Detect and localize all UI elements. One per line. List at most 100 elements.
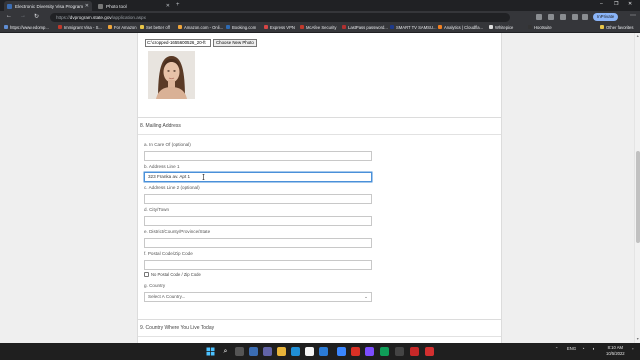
- chevron-down-icon: ⌄: [364, 294, 368, 299]
- task-view-icon[interactable]: [235, 347, 244, 356]
- mailing-address-heading: 8. Mailing Address: [140, 123, 181, 129]
- reading-view-icon[interactable]: [548, 14, 554, 20]
- bookmark-item[interactable]: Hootsuite: [528, 25, 552, 30]
- page-content: C:\cropped-1655600526_20-ft Choose New P…: [0, 33, 640, 343]
- bookmark-item[interactable]: SMART TV SAMSU...: [390, 25, 437, 30]
- country-select[interactable]: Select A Country... ⌄: [144, 292, 372, 302]
- bookmark-item[interactable]: Analytics | Cloudfla...: [438, 25, 483, 30]
- system-clock[interactable]: 8:10 AM 10/5/2022: [606, 345, 625, 357]
- language-indicator[interactable]: ENG: [567, 346, 576, 351]
- text-cursor-icon: [202, 174, 205, 180]
- scroll-down-icon[interactable]: ▼: [636, 337, 639, 341]
- other-favorites[interactable]: Other favorites: [600, 25, 633, 30]
- minimize-icon[interactable]: –: [600, 1, 603, 7]
- bookmark-item[interactable]: Amazon.com - Onli...: [178, 25, 223, 30]
- reload-icon[interactable]: ↻: [34, 13, 39, 20]
- windows-start-icon[interactable]: [206, 347, 215, 356]
- back-icon[interactable]: ←: [6, 13, 12, 19]
- bookmark-favicon-icon: [58, 25, 62, 29]
- no-postal-code-checkbox[interactable]: [144, 272, 149, 277]
- tab-title: Photo tool: [106, 3, 127, 9]
- address-bar[interactable]: https://dvprogram.state.gov/application.…: [50, 12, 510, 22]
- url-prefix: https://: [56, 14, 70, 20]
- in-care-of-input[interactable]: [144, 151, 372, 161]
- address-line-1-label: b. Address Line 1: [144, 164, 180, 169]
- notification-icon[interactable]: ▫: [632, 346, 634, 351]
- bookmark-label: Hootsuite: [534, 24, 552, 30]
- bookmark-item[interactable]: https://www.edomp...: [4, 25, 49, 30]
- app-icon[interactable]: [351, 347, 360, 356]
- app-icon[interactable]: [365, 347, 374, 356]
- site-favicon-icon: [7, 3, 12, 9]
- scrollbar-thumb[interactable]: [636, 151, 640, 243]
- tab-photo-tool[interactable]: Photo tool ✕: [95, 1, 173, 11]
- search-icon[interactable]: ⌕: [221, 347, 230, 356]
- bookmark-item[interactable]: LastPass password...: [342, 25, 388, 30]
- bookmark-label: Whitepice: [495, 24, 514, 30]
- mail-app-icon[interactable]: [337, 347, 346, 356]
- extension-icon[interactable]: [536, 14, 542, 20]
- bookmark-favicon-icon: [528, 25, 532, 29]
- close-tab-icon[interactable]: ✕: [166, 3, 170, 9]
- new-tab-icon[interactable]: +: [176, 2, 180, 8]
- address-line-1-input[interactable]: 323 Franka av. Apt 1: [144, 172, 372, 182]
- scroll-up-icon[interactable]: ▲: [636, 34, 639, 38]
- no-postal-code-label: No Postal Code / Zip Code: [151, 272, 201, 277]
- bookmark-item[interactable]: Set better off: [140, 25, 170, 30]
- choose-new-photo-button[interactable]: Choose New Photo: [213, 39, 257, 47]
- site-favicon-icon: [98, 3, 103, 9]
- chrome-browser-icon[interactable]: [305, 347, 314, 356]
- district-label: e. District/County/Province/State: [144, 229, 211, 234]
- page-scrollbar[interactable]: ▲ ▼: [634, 33, 640, 343]
- district-input[interactable]: [144, 238, 372, 248]
- browser-tab-bar: Electronic Diversity Visa Program ✕ Phot…: [0, 0, 640, 11]
- bookmark-favicon-icon: [489, 25, 493, 29]
- file-explorer-icon[interactable]: [277, 347, 286, 356]
- url-host: dvprogram.state.gov: [69, 14, 112, 20]
- wifi-icon[interactable]: ◔: [582, 346, 585, 351]
- edge-browser-icon[interactable]: [291, 347, 300, 356]
- more-menu-icon[interactable]: ⋯: [630, 12, 636, 19]
- in-care-of-label: a. In Care Of (optional): [144, 142, 191, 147]
- address-line-1-value: 323 Franka av. Apt 1: [148, 174, 191, 179]
- bookmark-item[interactable]: Whitepice: [489, 25, 513, 30]
- bookmark-label: For Amazon: [114, 24, 137, 30]
- postal-code-input[interactable]: [144, 260, 372, 270]
- inprivate-profile-button[interactable]: InPrivate: [593, 13, 619, 21]
- bookmark-item[interactable]: McAfee Security: [300, 25, 337, 30]
- bookmark-item[interactable]: For Amazon: [108, 25, 137, 30]
- bookmark-item[interactable]: Booking.com: [226, 25, 256, 30]
- app-icon[interactable]: [380, 347, 389, 356]
- bookmark-label: Express VPN: [270, 24, 295, 30]
- url-path: /application.aspx: [111, 14, 146, 20]
- volume-icon[interactable]: ◖: [592, 346, 595, 351]
- section-heading: 9. Country Where You Live Today: [138, 320, 501, 337]
- close-tab-icon[interactable]: ✕: [85, 3, 89, 9]
- bookmark-favicon-icon: [4, 25, 8, 29]
- address-line-2-input[interactable]: [144, 194, 372, 204]
- widgets-icon[interactable]: [249, 347, 258, 356]
- app-icon[interactable]: [395, 347, 404, 356]
- tab-electronic-diversity-visa[interactable]: Electronic Diversity Visa Program ✕: [4, 1, 92, 11]
- store-icon[interactable]: [319, 347, 328, 356]
- maximize-icon[interactable]: ❐: [614, 1, 618, 7]
- bookmark-favicon-icon: [226, 25, 230, 29]
- bookmark-item[interactable]: Express VPN: [264, 25, 295, 30]
- bookmark-label: Analytics | Cloudfla...: [444, 24, 484, 30]
- browser-essentials-icon[interactable]: [582, 14, 588, 20]
- teams-chat-icon[interactable]: [263, 347, 272, 356]
- collections-icon[interactable]: [572, 14, 578, 20]
- app-icon[interactable]: [410, 347, 419, 356]
- city-town-input[interactable]: [144, 216, 372, 226]
- photo-file-path[interactable]: C:\cropped-1655600526_20-ft: [145, 39, 211, 47]
- show-hidden-icons-icon[interactable]: ⌃: [555, 346, 559, 351]
- forward-icon[interactable]: →: [20, 13, 26, 19]
- bookmark-label: Booking.com: [232, 24, 257, 30]
- favorites-star-icon[interactable]: [560, 14, 566, 20]
- tab-title: Electronic Diversity Visa Program: [15, 3, 84, 9]
- file-upload-row: C:\cropped-1655600526_20-ft Choose New P…: [145, 39, 257, 47]
- app-icon[interactable]: [425, 347, 434, 356]
- bookmark-item[interactable]: Immigrant Visa - S...: [58, 25, 102, 30]
- bookmark-label: LastPass password...: [348, 24, 388, 30]
- close-window-icon[interactable]: ✕: [628, 1, 632, 7]
